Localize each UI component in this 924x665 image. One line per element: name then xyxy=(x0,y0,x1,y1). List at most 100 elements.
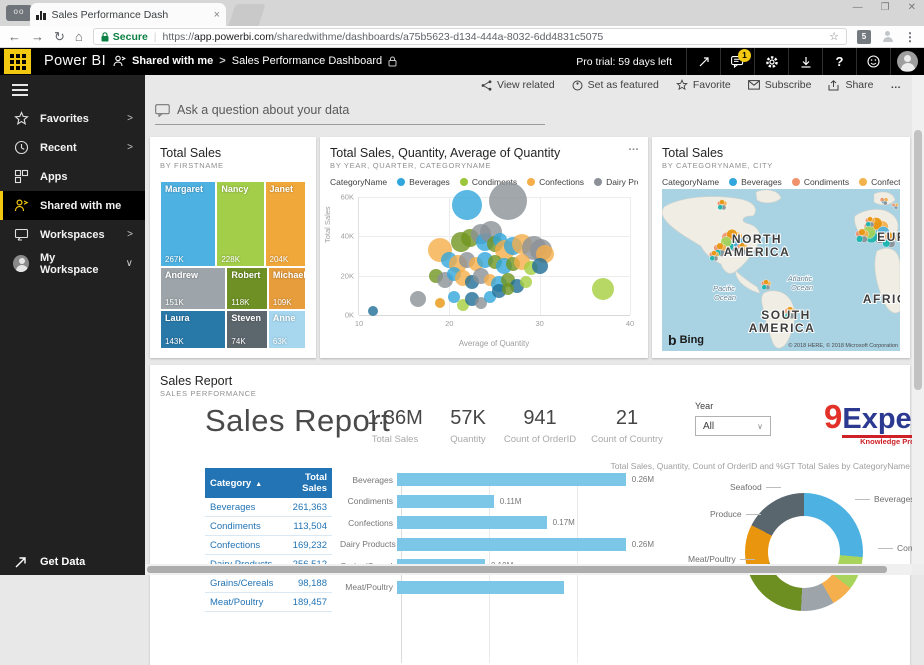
treemap-node-label: Anne xyxy=(272,313,296,324)
donut-callout-beverages: Beverages xyxy=(855,494,915,504)
breadcrumb-dashboard-name[interactable]: Sales Performance Dashboard xyxy=(232,55,382,67)
tile-total-sales-map[interactable]: Total Sales BY CATEGORYNAME, CITY Catego… xyxy=(652,137,910,358)
sidebar-item-recent[interactable]: Recent > xyxy=(0,133,145,162)
tile-sales-report[interactable]: Sales Report SALES PERFORMANCE Sales Rep… xyxy=(150,365,924,665)
home-icon[interactable]: ⌂ xyxy=(75,30,83,43)
treemap-node-anne[interactable]: Anne 63K xyxy=(267,310,306,349)
bubble-point[interactable] xyxy=(489,181,528,220)
forward-icon[interactable]: → xyxy=(31,30,44,43)
powerbi-brand[interactable]: Power BI xyxy=(44,53,106,69)
vertical-scrollbar[interactable] xyxy=(912,75,924,575)
treemap-node-value: 267K xyxy=(165,254,184,264)
bubble-point[interactable] xyxy=(520,275,533,288)
share-button[interactable]: Share xyxy=(828,79,874,91)
donut-ring[interactable] xyxy=(745,493,863,611)
donut-callout-meat-poultry: Meat/Poultry xyxy=(688,554,755,564)
sidebar-item-my-workspace[interactable]: My Workspace ∨ xyxy=(0,249,145,278)
map-legend: CategoryName Beverages Condiments Confec… xyxy=(662,177,900,187)
treemap-node-robert[interactable]: Robert 118K xyxy=(226,266,268,311)
url-omnibox[interactable]: Secure | https://app.powerbi.com/sharedw… xyxy=(92,28,847,45)
bubble-point[interactable] xyxy=(531,257,548,274)
bubble-point[interactable] xyxy=(367,306,378,317)
legend-dot xyxy=(729,178,738,186)
back-icon[interactable]: ← xyxy=(8,30,21,43)
treemap-node-andrew[interactable]: Andrew 151K xyxy=(160,266,227,311)
treemap-node-steven[interactable]: Steven 74K xyxy=(226,310,268,349)
treemap-node-value: 204K xyxy=(269,254,289,264)
bing-logo[interactable]: b Bing xyxy=(668,332,704,348)
chevron-down-icon[interactable]: ∨ xyxy=(126,258,133,269)
browser-window-icon[interactable]: oo xyxy=(6,5,32,21)
tile-total-sales-by-firstname[interactable]: Total Sales BY FIRSTNAME Margaret 267K Nan… xyxy=(150,137,316,358)
bubble-point[interactable] xyxy=(435,298,446,309)
bubble-legend: CategoryName Beverages Condiments Confec… xyxy=(330,177,638,187)
chevron-right-icon[interactable]: > xyxy=(127,113,133,124)
browser-menu-icon[interactable]: ⋮ xyxy=(904,30,916,44)
sidebar-item-shared-with-me[interactable]: Shared with me xyxy=(0,191,145,220)
my-workspace-avatar xyxy=(13,255,29,272)
treemap-node-michael[interactable]: Michael 109K xyxy=(267,266,306,311)
svg-text:Ocean: Ocean xyxy=(714,293,736,302)
reload-icon[interactable]: ↻ xyxy=(54,30,65,43)
svg-text:Ocean: Ocean xyxy=(791,283,813,292)
browser-address-bar: ← → ↻ ⌂ Secure | https://app.powerbi.com… xyxy=(0,26,924,48)
svg-text:SOUTH: SOUTH xyxy=(761,308,811,322)
dashboard-action-bar: View related Set as featured Favorite Su… xyxy=(481,79,902,91)
qna-search-box[interactable]: Ask a question about your data xyxy=(155,103,545,125)
horizontal-scrollbar[interactable] xyxy=(145,564,912,575)
bookmark-star-icon[interactable]: ☆ xyxy=(829,30,839,43)
set-as-featured-button[interactable]: Set as featured xyxy=(572,79,659,91)
window-maximize-button[interactable]: ❐ xyxy=(881,2,890,13)
subscribe-button[interactable]: Subscribe xyxy=(747,79,811,91)
account-button[interactable] xyxy=(890,48,924,75)
get-data-button[interactable]: Get Data xyxy=(0,549,145,575)
window-minimize-button[interactable]: — xyxy=(853,2,863,13)
bing-map-canvas[interactable]: NORTHAMERICASOUTHAMERICAAFRICAEUROPEPaci… xyxy=(662,189,900,351)
settings-button[interactable] xyxy=(754,48,788,75)
chevron-right-icon[interactable]: > xyxy=(127,142,133,153)
bubble-point[interactable] xyxy=(452,189,483,220)
fullscreen-icon xyxy=(699,56,709,66)
tile-options-button[interactable]: … xyxy=(628,141,640,153)
sidebar-item-apps[interactable]: Apps xyxy=(0,162,145,191)
sidebar-item-workspaces[interactable]: Workspaces > xyxy=(0,220,145,249)
notifications-button[interactable]: 1 xyxy=(720,48,754,75)
url-text: https://app.powerbi.com/sharedwithme/das… xyxy=(162,30,604,43)
extension-icon[interactable]: 5 xyxy=(857,29,871,44)
tab-close-icon[interactable]: × xyxy=(214,9,220,21)
svg-text:Atlantic: Atlantic xyxy=(787,274,813,283)
window-close-button[interactable]: ✕ xyxy=(908,2,916,13)
favorite-button[interactable]: Favorite xyxy=(675,79,731,91)
bing-b-icon: b xyxy=(668,332,677,348)
browser-profile-icon[interactable] xyxy=(881,30,894,43)
sidebar-item-favorites[interactable]: Favorites > xyxy=(0,104,145,133)
feedback-button[interactable] xyxy=(856,48,890,75)
hamburger-menu-icon[interactable] xyxy=(12,84,28,96)
chevron-right-icon[interactable]: > xyxy=(127,229,133,240)
treemap-node-nancy[interactable]: Nancy 228K xyxy=(216,181,265,267)
tile-title: Total Sales, Quantity, Average of Quanti… xyxy=(330,146,561,160)
report-canvas: Sales Report 1.36M Total Sales 57K Quant… xyxy=(150,365,924,665)
treemap-node-janet[interactable]: Janet 204K xyxy=(264,181,306,267)
help-button[interactable]: ? xyxy=(822,48,856,75)
treemap-node-margaret[interactable]: Margaret 267K xyxy=(160,181,217,267)
treemap-node-laura[interactable]: Laura 143K xyxy=(160,310,227,349)
secure-badge[interactable]: Secure xyxy=(101,31,148,43)
more-options-button[interactable]: … xyxy=(891,79,903,91)
treemap-node-label: Margaret xyxy=(165,184,204,194)
fullscreen-button[interactable] xyxy=(686,48,720,75)
lock-icon xyxy=(388,56,397,66)
vertical-scrollbar-thumb[interactable] xyxy=(914,130,922,390)
browser-tab[interactable]: Sales Performance Dash × xyxy=(30,3,226,26)
tile-sales-quantity-bubble[interactable]: Total Sales, Quantity, Average of Quanti… xyxy=(320,137,648,358)
view-related-button[interactable]: View related xyxy=(481,79,555,91)
treemap-node-value: 228K xyxy=(221,254,241,264)
bubble-point[interactable] xyxy=(591,278,614,301)
bubble-point[interactable] xyxy=(502,283,515,296)
new-tab-button[interactable] xyxy=(228,4,266,26)
bubble-point[interactable] xyxy=(409,291,426,308)
download-button[interactable] xyxy=(788,48,822,75)
app-launcher-icon[interactable] xyxy=(4,49,31,74)
horizontal-scrollbar-thumb[interactable] xyxy=(147,566,887,573)
breadcrumb-shared-with-me[interactable]: Shared with me xyxy=(132,55,213,67)
